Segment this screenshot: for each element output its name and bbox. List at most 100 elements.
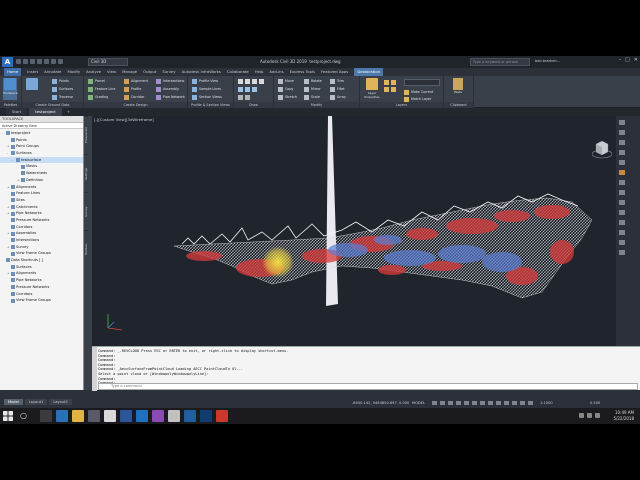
parcel-button[interactable]: Parcel [88, 78, 115, 84]
ribbon-tab-output[interactable]: Output [143, 68, 156, 76]
volume-icon[interactable] [587, 413, 592, 418]
tree-node[interactable]: + Catchments [0, 204, 83, 211]
ellipse-icon[interactable] [238, 94, 243, 100]
feature-line-button[interactable]: Feature Line [88, 86, 115, 92]
plot-icon[interactable] [44, 59, 49, 64]
notification-icon[interactable] [595, 413, 600, 418]
model-space-toggle[interactable]: MODEL [412, 401, 425, 405]
dynamic-ucs-icon[interactable] [512, 401, 517, 405]
civil3d-icon[interactable] [184, 410, 196, 422]
tree-node[interactable]: - Data Shortcuts [ ] [0, 257, 83, 264]
nav-tool-icon[interactable] [619, 230, 625, 235]
intersections-button[interactable]: Intersections [156, 78, 185, 84]
doc-tab-testproject[interactable]: testproject [29, 108, 62, 116]
annotation-visibility-icon[interactable] [520, 401, 525, 405]
tree-node[interactable]: Pressure Networks [0, 284, 83, 291]
points-button[interactable]: Points [52, 78, 73, 84]
traverse-button[interactable]: Traverse [52, 94, 73, 100]
expand-toggle-icon[interactable]: + [7, 244, 10, 251]
nav-tool-icon[interactable] [619, 250, 625, 255]
nav-tool-icon[interactable] [619, 190, 625, 195]
tree-node[interactable]: View Frame Groups [0, 297, 83, 304]
windows-start-icon[interactable] [3, 411, 13, 421]
layout-tab-layout2[interactable]: Layout2 [49, 399, 72, 405]
revit-icon[interactable] [216, 410, 228, 422]
ribbon-tab-insert[interactable]: Insert [27, 68, 38, 76]
layer-state-icon[interactable] [384, 79, 389, 85]
ribbon-tab-modify[interactable]: Modify [67, 68, 80, 76]
command-line-grip[interactable] [92, 347, 97, 391]
profile-view-button[interactable]: Profile View [192, 78, 222, 84]
tree-node[interactable]: - Surfaces [0, 150, 83, 157]
array-button[interactable]: Array [330, 94, 346, 100]
3d-osnap-icon[interactable] [504, 401, 509, 405]
rotate-button[interactable]: Rotate [304, 78, 322, 84]
ribbon-tab-collaborate[interactable]: Collaborate [227, 68, 249, 76]
expand-toggle-icon[interactable]: - [2, 257, 5, 264]
layer-freeze-icon[interactable] [391, 86, 396, 92]
tree-node[interactable]: Surfaces [0, 264, 83, 271]
tree-node[interactable]: Masks [0, 163, 83, 170]
layer-properties-button[interactable]: Layer Properties [362, 78, 382, 100]
tree-node[interactable]: + Pipe Networks [0, 210, 83, 217]
tree-node[interactable]: View Frame Groups [0, 250, 83, 257]
expand-toggle-icon[interactable]: + [7, 270, 10, 277]
profile-button[interactable]: Profile [124, 86, 148, 92]
new-icon[interactable] [16, 59, 21, 64]
explorer-icon[interactable] [72, 410, 84, 422]
text-icon[interactable] [252, 86, 257, 92]
mail-icon[interactable] [136, 410, 148, 422]
maximize-icon[interactable]: □ [625, 57, 630, 63]
pipe-network-button[interactable]: Pipe Network [156, 94, 185, 100]
undo-icon[interactable] [51, 59, 56, 64]
ribbon-tab-express-tools[interactable]: Express Tools [290, 68, 315, 76]
nav-tool-icon[interactable] [619, 220, 625, 225]
application-menu-button[interactable]: A [2, 57, 13, 67]
grading-button[interactable]: Grading [88, 94, 115, 100]
minimize-icon[interactable]: – [619, 57, 622, 63]
fillet-button[interactable]: Fillet [330, 86, 346, 92]
user-account[interactable]: bob.bracken... [535, 59, 560, 63]
nav-tool-icon[interactable] [619, 240, 625, 245]
nav-wheel-icon[interactable] [619, 120, 625, 125]
toolspace-tab-settings[interactable]: Settings [84, 154, 88, 192]
expand-toggle-icon[interactable]: - [7, 150, 10, 157]
highlight-nav-icon[interactable] [619, 170, 625, 175]
create-ground-button[interactable] [25, 78, 39, 100]
mirror-button[interactable]: Mirror [304, 86, 322, 92]
circle-icon[interactable] [252, 78, 257, 84]
expand-toggle-icon[interactable]: + [7, 204, 10, 211]
tree-node[interactable]: Corridors [0, 291, 83, 298]
open-icon[interactable] [23, 59, 28, 64]
network-icon[interactable] [579, 413, 584, 418]
trim-button[interactable]: Trim [330, 78, 346, 84]
hatch-icon[interactable] [245, 86, 250, 92]
new-tab-icon[interactable]: + [64, 108, 73, 116]
recap-icon[interactable] [200, 410, 212, 422]
close-icon[interactable]: ✕ [634, 57, 638, 63]
tree-node[interactable]: Sites [0, 197, 83, 204]
selection-cycling-icon[interactable] [496, 401, 501, 405]
layer-isolate-icon[interactable] [384, 86, 389, 92]
layout-tab-model[interactable]: Model [4, 399, 23, 405]
tree-node[interactable]: + Survey [0, 244, 83, 251]
toolspace-tab-survey[interactable]: Survey [84, 192, 88, 230]
viewcube[interactable] [592, 138, 612, 160]
command-input[interactable]: Type a command [98, 383, 638, 390]
chrome-icon[interactable] [104, 410, 116, 422]
spline-icon[interactable] [245, 94, 250, 100]
ribbon-tab-home[interactable]: Home [4, 68, 22, 76]
assembly-button[interactable]: Assembly [156, 86, 185, 92]
pan-icon[interactable] [619, 130, 625, 135]
ribbon-tab-annotate[interactable]: Annotate [44, 68, 61, 76]
polyline-icon[interactable] [245, 78, 250, 84]
tree-node[interactable]: + Point Groups [0, 143, 83, 150]
ortho-icon[interactable] [448, 401, 453, 405]
nav-tool-icon[interactable] [619, 210, 625, 215]
paste-button[interactable]: Paste [450, 78, 466, 100]
surfaces-button[interactable]: Surfaces [52, 86, 73, 92]
layout-tab-layout1[interactable]: Layout1 [24, 399, 48, 405]
osnap-icon[interactable] [464, 401, 469, 405]
layer-dropdown[interactable] [404, 79, 440, 86]
alignment-button[interactable]: Alignment [124, 78, 148, 84]
